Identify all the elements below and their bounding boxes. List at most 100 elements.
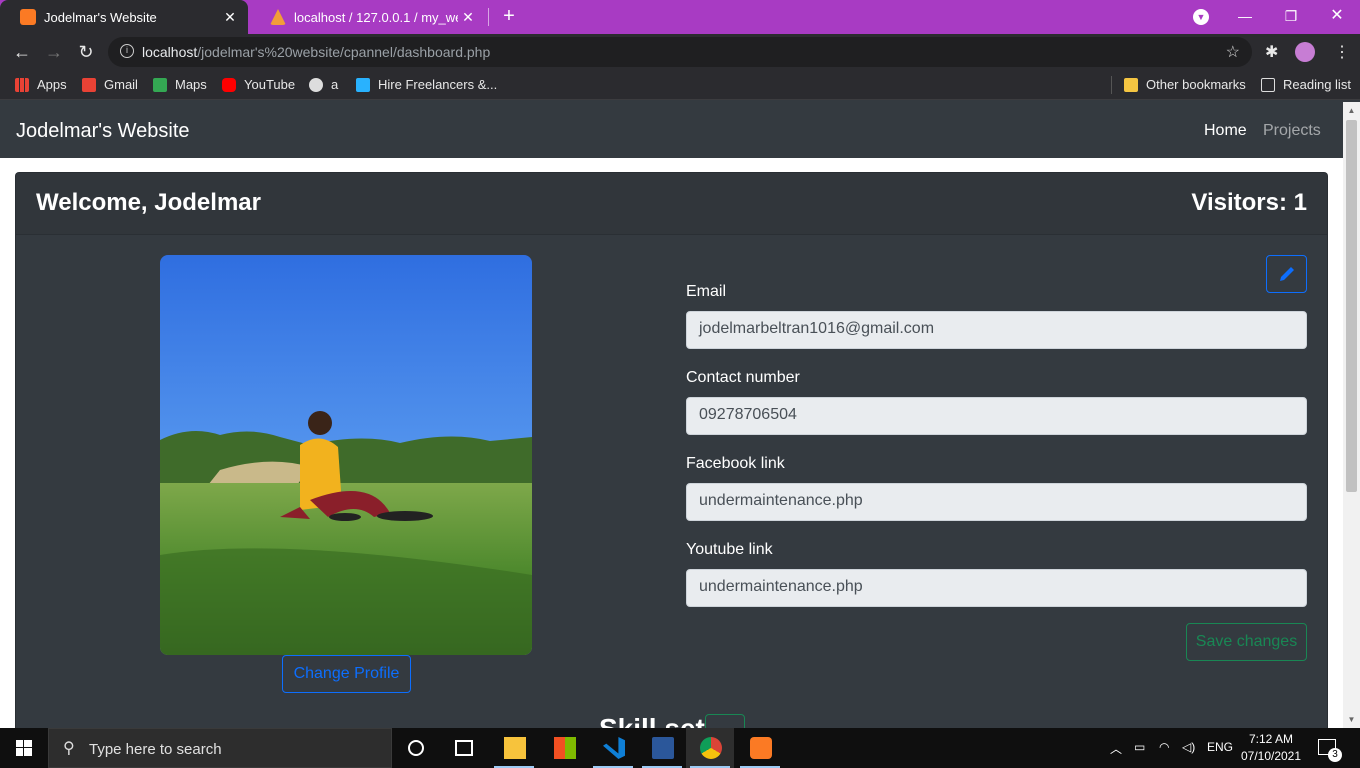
globe-icon (309, 77, 323, 92)
bookmark-other[interactable]: Other bookmarks (1124, 77, 1246, 92)
bookmark-gmail[interactable]: Gmail (82, 77, 138, 92)
profile-avatar[interactable] (1295, 42, 1315, 62)
site-navbar: Jodelmar's Website Home Projects (0, 102, 1343, 158)
volume-icon[interactable]: ◁) (1182, 740, 1195, 754)
save-changes-button[interactable]: Save changes (1186, 623, 1307, 661)
task-view-button[interactable] (440, 728, 488, 768)
close-tab-icon[interactable]: ✕ (458, 9, 478, 26)
search-placeholder: Type here to search (89, 741, 222, 758)
back-button[interactable]: ← (10, 40, 34, 64)
forward-button[interactable]: → (42, 40, 66, 64)
windows-taskbar: ⚲ Type here to search ︿ ▭ ◠ ◁) ENG 7:12 … (0, 728, 1360, 768)
taskbar-xampp[interactable] (736, 728, 784, 768)
taskbar-vscode[interactable] (589, 728, 637, 768)
folder-icon (1124, 77, 1138, 92)
show-hidden-icons[interactable]: ︿ (1110, 740, 1122, 757)
page-viewport: Jodelmar's Website Home Projects Welcome… (0, 102, 1343, 728)
xampp-icon (750, 737, 772, 759)
taskbar-word[interactable] (638, 728, 686, 768)
notification-count-badge: 3 (1328, 748, 1342, 762)
change-profile-button[interactable]: Change Profile (282, 655, 411, 693)
youtube-label: Youtube link (686, 541, 773, 558)
scroll-thumb[interactable] (1346, 120, 1357, 492)
language-indicator[interactable]: ENG (1207, 740, 1233, 754)
bookmark-label: Apps (37, 77, 67, 92)
tab-jodelmars-website[interactable]: Jodelmar's Website ✕ (0, 0, 248, 34)
scroll-down-icon[interactable]: ▼ (1343, 711, 1360, 728)
bookmark-youtube[interactable]: YouTube (222, 77, 295, 92)
chrome-icon (700, 737, 722, 759)
address-bar[interactable]: i localhost/jodelmar's%20website/cpannel… (108, 37, 1252, 67)
bookmark-label: Gmail (104, 77, 138, 92)
nav-home[interactable]: Home (1204, 122, 1247, 140)
battery-icon[interactable]: ▭ (1134, 740, 1145, 754)
bookmark-label: Reading list (1283, 77, 1351, 92)
bookmark-apps[interactable]: Apps (15, 77, 67, 92)
contact-label: Contact number (686, 369, 800, 386)
clock-date: 07/10/2021 (1240, 749, 1302, 763)
reading-list[interactable]: Reading list (1261, 77, 1351, 92)
close-window-button[interactable]: ✕ (1314, 0, 1360, 34)
nav-projects[interactable]: Projects (1263, 122, 1321, 140)
taskbar-file-explorer[interactable] (490, 728, 538, 768)
tab-divider (488, 8, 489, 26)
cortana-button[interactable] (392, 728, 440, 768)
scroll-up-icon[interactable]: ▲ (1343, 102, 1360, 119)
email-field[interactable]: jodelmarbeltran1016@gmail.com (686, 311, 1307, 349)
bookmark-label: Maps (175, 77, 207, 92)
card-header: Welcome, Jodelmar Visitors: 1 (16, 173, 1327, 235)
store-icon (554, 737, 576, 759)
close-tab-icon[interactable]: ✕ (220, 9, 240, 26)
skill-set-heading: Skill set (599, 713, 705, 728)
bookmark-maps[interactable]: Maps (153, 77, 207, 92)
tab-title: localhost / 127.0.0.1 / my_website (294, 9, 458, 25)
apps-grid-icon (15, 77, 29, 92)
email-label: Email (686, 283, 727, 300)
bookmark-label: a (331, 77, 339, 92)
tab-title: Jodelmar's Website (44, 9, 157, 25)
page-scrollbar[interactable]: ▲ ▼ (1343, 102, 1360, 728)
bookmark-a[interactable]: a (309, 77, 338, 92)
bookmark-hire-freelancers[interactable]: Hire Freelancers &... (356, 77, 497, 92)
browser-tab-strip: Jodelmar's Website ✕ localhost / 127.0.0… (0, 0, 1360, 34)
facebook-label: Facebook link (686, 455, 785, 472)
new-tab-button[interactable]: + (498, 5, 520, 27)
clock-time: 7:12 AM (1248, 732, 1294, 746)
start-button[interactable] (0, 728, 48, 768)
url-text[interactable]: localhost/jodelmar's%20website/cpannel/d… (142, 44, 490, 60)
bookmark-label: YouTube (244, 77, 296, 92)
reload-button[interactable]: ↻ (74, 40, 98, 64)
info-icon[interactable]: i (120, 44, 134, 58)
taskbar-clock[interactable]: 7:12 AM 07/10/2021 (1240, 731, 1302, 765)
bookmark-divider (1111, 76, 1112, 94)
minimize-button[interactable]: — (1222, 0, 1268, 34)
extensions-icon[interactable]: ✱ (1265, 42, 1278, 62)
pencil-icon (1279, 266, 1294, 281)
chrome-menu-icon[interactable]: ⋮ (1334, 42, 1350, 62)
tab-phpmyadmin[interactable]: localhost / 127.0.0.1 / my_website ✕ (250, 0, 486, 34)
add-skill-button[interactable] (705, 714, 745, 728)
taskbar-search-box[interactable]: ⚲ Type here to search (48, 728, 392, 768)
bookmark-label: Hire Freelancers &... (378, 77, 498, 92)
welcome-heading: Welcome, Jodelmar (36, 189, 261, 216)
youtube-field[interactable]: undermaintenance.php (686, 569, 1307, 607)
bookmark-label: Other bookmarks (1146, 77, 1246, 92)
taskbar-chrome[interactable] (686, 728, 734, 768)
youtube-icon (222, 77, 236, 92)
reading-list-icon (1261, 77, 1275, 92)
phpmyadmin-icon (270, 9, 286, 25)
restore-button[interactable]: ❐ (1268, 0, 1314, 34)
search-icon: ⚲ (63, 740, 75, 757)
site-brand[interactable]: Jodelmar's Website (16, 120, 190, 143)
tab-search-icon[interactable]: ▼ (1193, 9, 1209, 25)
edit-button[interactable] (1266, 255, 1307, 293)
taskbar-store[interactable] (540, 728, 588, 768)
bookmark-star-icon[interactable]: ☆ (1226, 42, 1240, 62)
wifi-icon[interactable]: ◠ (1159, 740, 1169, 754)
xampp-icon (20, 9, 36, 25)
facebook-field[interactable]: undermaintenance.php (686, 483, 1307, 521)
maps-icon (153, 77, 167, 92)
contact-field[interactable]: 09278706504 (686, 397, 1307, 435)
freelancer-icon (356, 77, 370, 92)
word-icon (652, 737, 674, 759)
